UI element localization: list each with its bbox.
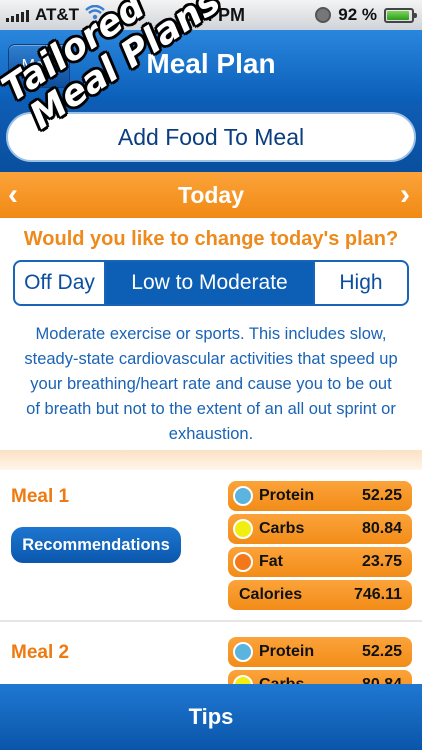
recommendations-button[interactable]: Recommendations — [11, 527, 181, 563]
meal-1-title: Meal 1 — [11, 486, 70, 507]
calories-label: Calories — [239, 586, 303, 603]
battery-percent: 92 % — [338, 5, 377, 24]
macro-value: 80.84 — [361, 520, 402, 537]
status-right: 92 % — [315, 5, 417, 25]
tips-button[interactable]: Tips — [0, 684, 422, 750]
intensity-off-day[interactable]: Off Day — [15, 262, 106, 304]
carbs-dot-icon — [233, 519, 253, 539]
next-day-chevron-icon[interactable]: › — [400, 178, 410, 212]
battery-icon — [384, 7, 417, 23]
protein-dot-icon — [233, 642, 253, 662]
plan-question: Would you like to change today's plan? — [23, 228, 399, 250]
macro-value: 52.25 — [361, 487, 402, 504]
day-selector: ‹ Today › — [0, 172, 422, 218]
macro-value: 23.75 — [361, 553, 402, 570]
intensity-high[interactable]: High — [313, 262, 407, 304]
macro-label: Protein — [259, 487, 315, 504]
macro-row-carbs: Carbs 80.84 — [228, 514, 412, 544]
protein-dot-icon — [233, 486, 253, 506]
clock-icon — [315, 7, 332, 23]
macro-row-fat: Fat 23.75 — [228, 547, 412, 577]
macro-row-calories: Calories 746.11 — [228, 580, 412, 610]
meal-2-title: Meal 2 — [11, 642, 70, 663]
macro-label: Protein — [259, 643, 315, 660]
meal-separator — [0, 620, 422, 622]
intensity-segmented-control: Off Day Low to Moderate High — [13, 260, 409, 306]
meal-1-macros: Protein 52.25 Carbs 80.84 Fat 23.75 Calo… — [228, 481, 412, 610]
day-title: Today — [177, 182, 245, 208]
macro-label: Carbs — [259, 520, 305, 537]
macro-value: 52.25 — [361, 643, 402, 660]
calories-value: 746.11 — [353, 586, 402, 603]
section-divider — [0, 450, 422, 470]
intensity-low-to-moderate[interactable]: Low to Moderate — [106, 262, 313, 304]
battery-fill — [387, 10, 410, 20]
intensity-description: Moderate exercise or sports. This includ… — [24, 325, 398, 443]
macro-row-protein: Protein 52.25 — [228, 481, 412, 511]
macro-label: Fat — [259, 553, 283, 570]
macro-row-protein: Protein 52.25 — [228, 637, 412, 667]
fat-dot-icon — [233, 552, 253, 572]
